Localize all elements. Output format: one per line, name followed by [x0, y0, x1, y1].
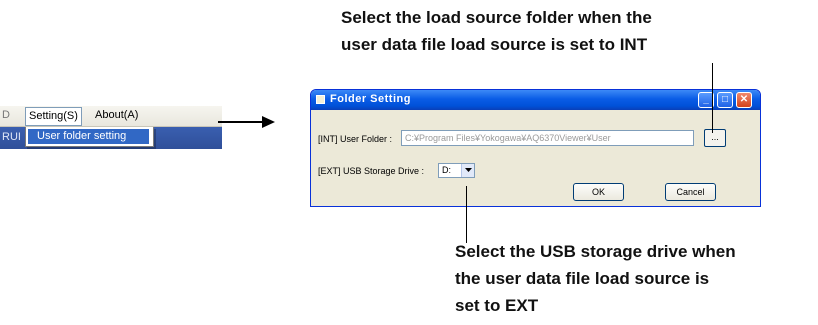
- drive-select-value: D:: [442, 165, 451, 175]
- chevron-down-icon: [465, 168, 472, 172]
- dialog-titlebar[interactable]: Folder Setting _ □ ✕: [311, 90, 760, 110]
- close-button[interactable]: ✕: [736, 92, 752, 108]
- user-folder-input[interactable]: C:¥Program Files¥Yokogawa¥AQ6370Viewer¥U…: [401, 130, 694, 146]
- menu-bar: D Setting(S) About(A): [0, 106, 222, 127]
- callout-line: Select the USB storage drive when: [455, 242, 736, 261]
- menu-about[interactable]: About(A): [92, 107, 141, 124]
- int-user-folder-label: [INT] User Folder :: [318, 134, 393, 144]
- background-fragment: RUI: [2, 131, 21, 143]
- menu-item-user-folder-setting[interactable]: User folder setting: [28, 129, 149, 144]
- ok-button[interactable]: OK: [573, 183, 624, 201]
- folder-setting-dialog: Folder Setting _ □ ✕ [INT] User Folder :…: [310, 89, 761, 207]
- callout-line: the user data file load source is: [455, 269, 710, 288]
- menu-fragment: D: [2, 109, 10, 121]
- dialog-title: Folder Setting: [330, 93, 411, 105]
- menu-setting[interactable]: Setting(S): [25, 107, 82, 126]
- setting-dropdown: User folder setting: [25, 127, 154, 147]
- drive-dropdown-button[interactable]: [461, 164, 474, 177]
- leader-line-bottom: [466, 186, 467, 243]
- callout-load-folder: Select the load source folder when the u…: [341, 4, 652, 58]
- callout-line: Select the load source folder when the: [341, 8, 652, 27]
- ext-usb-drive-label: [EXT] USB Storage Drive :: [318, 166, 425, 176]
- cancel-button[interactable]: Cancel: [665, 183, 716, 201]
- callout-line: set to EXT: [455, 296, 539, 315]
- window-icon: [316, 95, 325, 104]
- maximize-button[interactable]: □: [717, 92, 733, 108]
- right-arrow-icon: [218, 116, 275, 128]
- usb-drive-select[interactable]: D:: [438, 163, 475, 178]
- leader-line-top: [712, 63, 713, 133]
- browse-button[interactable]: ...: [704, 129, 726, 147]
- callout-line: user data file load source is set to INT: [341, 35, 648, 54]
- callout-usb-drive: Select the USB storage drive when the us…: [455, 238, 736, 319]
